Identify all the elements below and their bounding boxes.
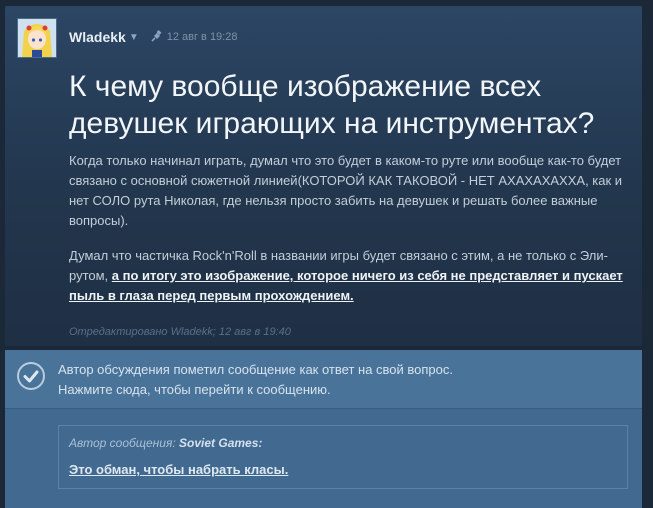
quote-author-line: Автор сообщения: Soviet Games:: [69, 436, 262, 450]
highlighted-text: а по итогу это изображение, которое ниче…: [69, 268, 623, 303]
answer-notice-line-1: Автор обсуждения пометил сообщение как о…: [58, 362, 453, 377]
answer-quote[interactable]: Автор сообщения: Soviet Games: Это обман…: [58, 425, 628, 489]
answer-notice-link[interactable]: Нажмите сюда, чтобы перейти к сообщению.: [58, 382, 331, 397]
edited-author: Wladekk: [170, 326, 213, 338]
edited-date: ; 12 авг в 19:40: [212, 326, 291, 338]
post-paragraph-1: Когда только начинал играть, думал что э…: [69, 153, 623, 228]
answer-notice-header[interactable]: Автор обсуждения пометил сообщение как о…: [5, 350, 642, 409]
edited-note: Отредактировано Wladekk; 12 авг в 19:40: [69, 326, 291, 338]
post-date: 12 авг в 19:28: [166, 31, 238, 43]
post-title: К чему вообще изображение всех девушек и…: [69, 70, 595, 140]
author-row: Wladekk ▼ 12 авг в 19:28: [69, 28, 237, 46]
quote-author-name[interactable]: Soviet Games: [179, 436, 258, 450]
post-paragraph-2: Думал что частичка Rock'n'Roll в названи…: [69, 246, 635, 306]
quote-author-colon: :: [258, 436, 263, 450]
answer-notice[interactable]: Автор обсуждения пометил сообщение как о…: [5, 350, 642, 508]
checkmark-circle-icon: [16, 361, 46, 391]
edited-prefix: Отредактировано: [69, 326, 168, 338]
quote-author-label: Автор сообщения:: [69, 436, 180, 450]
avatar[interactable]: [17, 18, 57, 58]
forum-post: Wladekk ▼ 12 авг в 19:28 К чему вообще и…: [5, 6, 642, 346]
author-name[interactable]: Wladekk: [69, 29, 126, 45]
quote-text[interactable]: Это обман, чтобы набрать класы.: [69, 462, 288, 477]
caret-down-icon[interactable]: ▼: [129, 32, 139, 43]
pin-icon: [149, 30, 163, 44]
